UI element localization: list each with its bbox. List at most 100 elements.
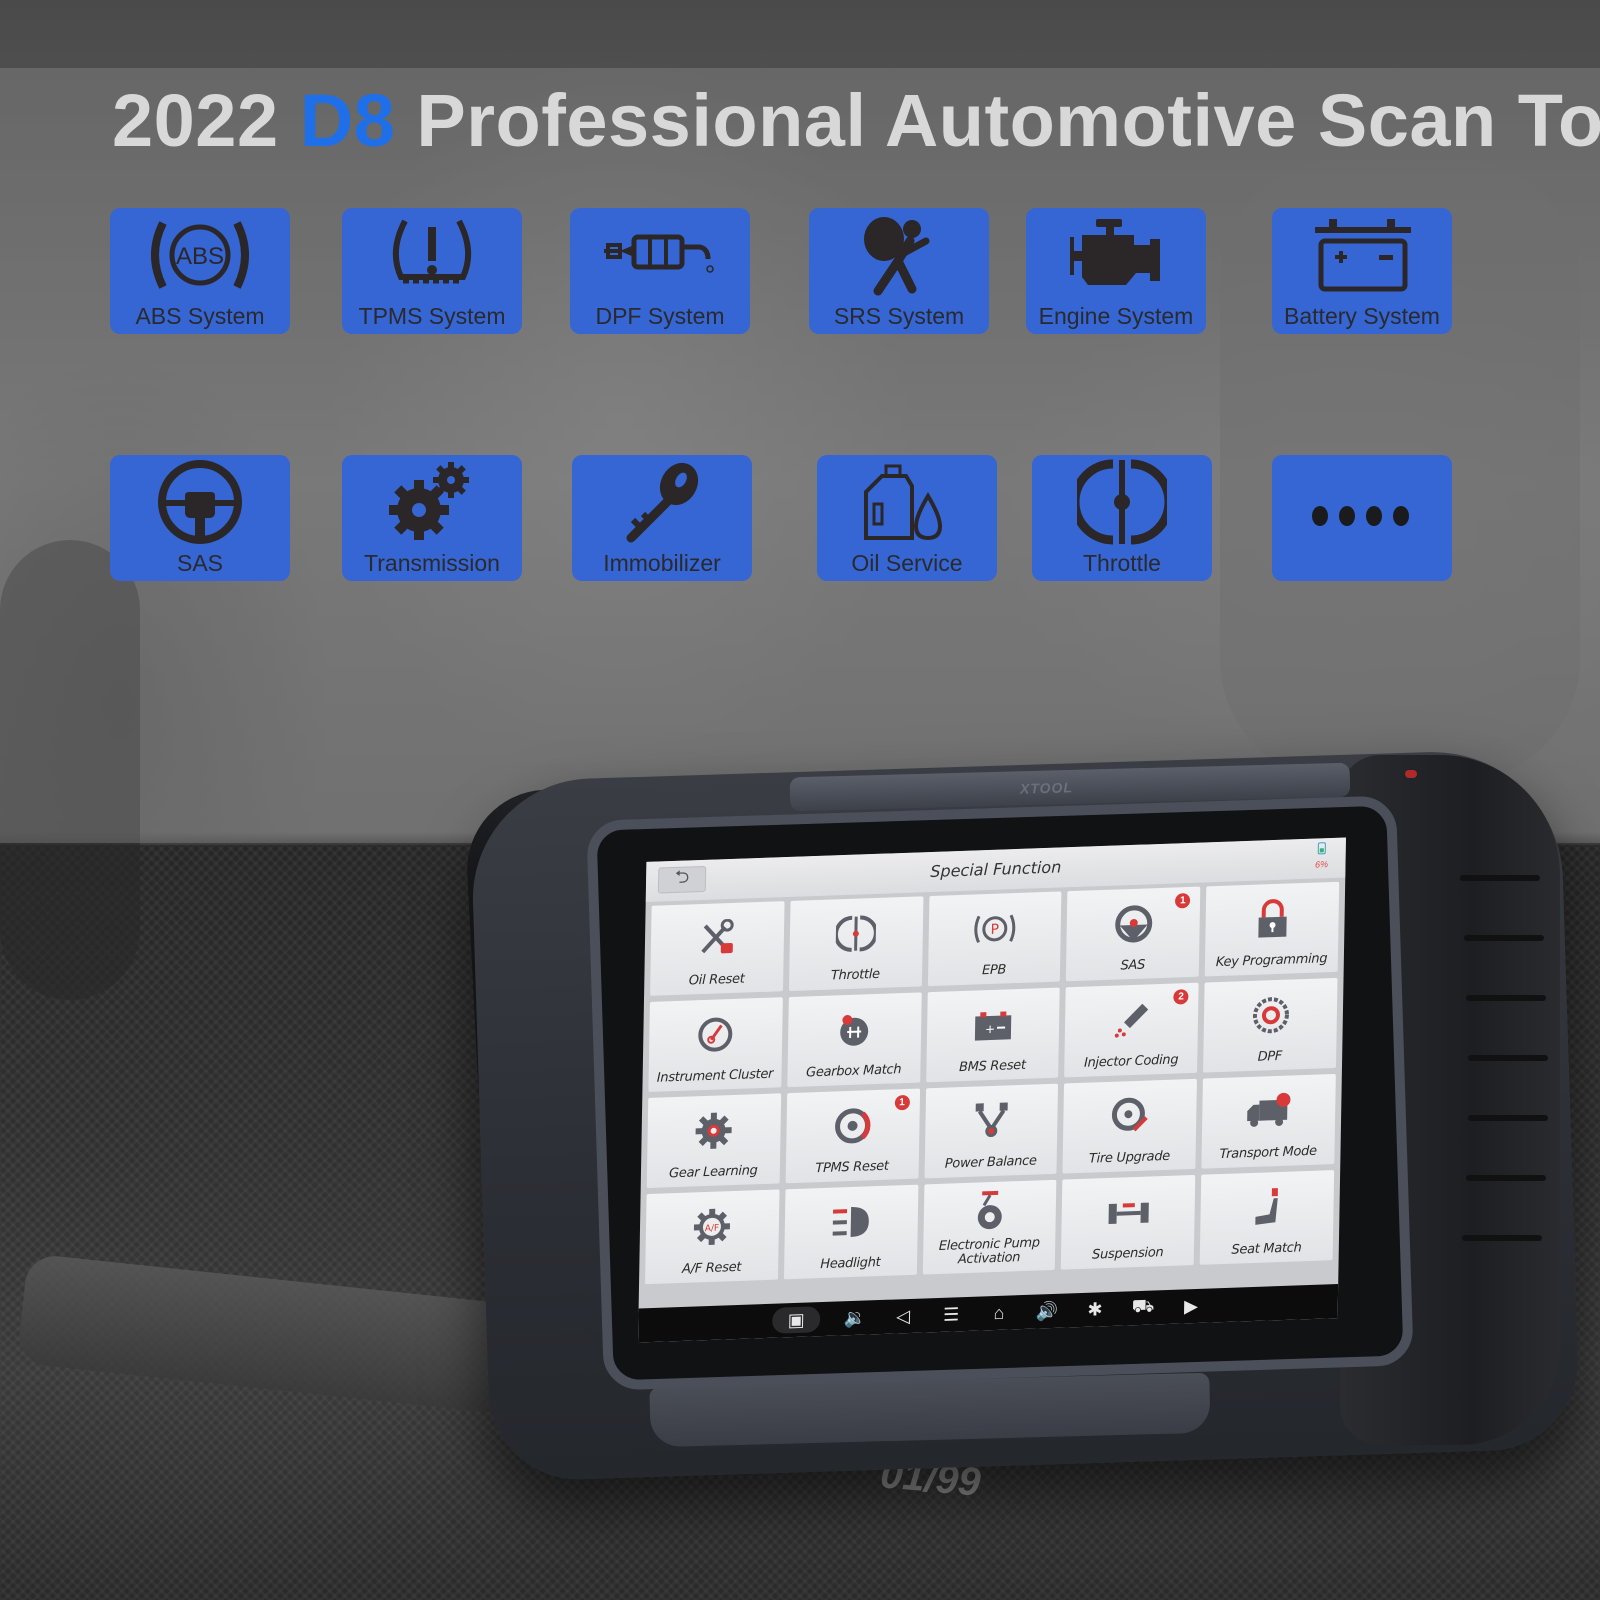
parking-brake-icon: P <box>972 893 1017 965</box>
function-headlight[interactable]: Headlight <box>783 1184 919 1280</box>
oil-can-icon <box>817 455 997 549</box>
pump-icon <box>969 1181 1010 1238</box>
tire-wrench-icon <box>1110 1080 1151 1151</box>
function-instrument-cluster[interactable]: Instrument Cluster <box>648 997 783 1092</box>
headline-model: D8 <box>299 79 396 162</box>
function-gearbox-match[interactable]: Gearbox Match <box>787 992 922 1088</box>
bluetooth-button[interactable]: ✱ <box>1082 1296 1108 1323</box>
grip-line <box>1468 1055 1548 1061</box>
tile-label: TPMS System <box>358 303 506 329</box>
tile-label: Immobilizer <box>603 550 721 576</box>
function-throttle[interactable]: Throttle <box>788 896 924 992</box>
function-tire-upgrade[interactable]: Tire Upgrade <box>1062 1078 1198 1174</box>
tile-label: SAS <box>176 550 224 576</box>
tile-label: Oil Service <box>851 550 963 576</box>
function-label: Oil Reset <box>688 971 745 989</box>
tile-label: Battery System <box>1284 303 1440 329</box>
function-transport-mode[interactable]: Transport Mode <box>1201 1073 1336 1169</box>
function-label: SAS <box>1120 957 1146 974</box>
function-label: BMS Reset <box>958 1057 1026 1076</box>
dpf-filter-icon <box>1250 979 1291 1050</box>
function-gear-learning[interactable]: Gear Learning <box>646 1093 781 1189</box>
grip-line <box>1466 995 1546 1001</box>
headlight-icon <box>830 1186 871 1257</box>
grip-line <box>1462 1235 1542 1241</box>
tire-icon <box>832 1090 873 1161</box>
function-label: Tire Upgrade <box>1088 1148 1171 1167</box>
tile-throttle: Throttle <box>1032 455 1212 581</box>
function-power-balance[interactable]: Power Balance <box>924 1083 1059 1179</box>
throttle-icon <box>835 898 877 969</box>
tile-sas: SAS <box>110 455 290 581</box>
function-bms-reset[interactable]: + BMS Reset <box>925 987 1061 1083</box>
wrench-icon <box>697 903 738 974</box>
tpms-icon <box>342 208 522 302</box>
volume-down-button[interactable]: 🔉 <box>842 1304 868 1331</box>
screen-record-button[interactable]: ▶ <box>1178 1293 1204 1320</box>
suspension-icon <box>1106 1177 1151 1249</box>
function-label: Headlight <box>820 1254 881 1273</box>
function-label: Transport Mode <box>1219 1143 1317 1163</box>
more-dots-icon <box>1272 455 1452 577</box>
battery-status: 6% <box>1309 842 1334 873</box>
function-dpf[interactable]: DPF <box>1203 977 1338 1073</box>
truck-icon <box>1244 1075 1293 1147</box>
menu-icon: ☰ <box>942 1303 960 1325</box>
tile-dpf-system: DPF System <box>570 208 750 334</box>
function-label: Gearbox Match <box>805 1062 902 1081</box>
function-label: Gear Learning <box>668 1163 758 1182</box>
function-seat-match[interactable]: Seat Match <box>1199 1170 1335 1265</box>
function-suspension[interactable]: Suspension <box>1061 1174 1196 1270</box>
function-oil-reset[interactable]: Oil Reset <box>650 901 785 996</box>
engine-icon <box>1026 208 1206 302</box>
function-label: DPF <box>1257 1048 1283 1065</box>
function-key-programming[interactable]: Key Programming <box>1204 881 1340 977</box>
grip-line <box>1468 1115 1548 1121</box>
function-tpms-reset[interactable]: TPMS Reset 1 <box>785 1088 920 1184</box>
volume-up-button[interactable]: 🔊 <box>1034 1298 1060 1325</box>
screenshot-button[interactable]: ▣ <box>772 1306 821 1334</box>
tile-transmission: Transmission <box>342 455 522 581</box>
function-label: Power Balance <box>944 1153 1037 1172</box>
function-injector-coding[interactable]: Injector Coding 2 <box>1064 982 1199 1078</box>
menu-button[interactable]: ☰ <box>938 1301 964 1328</box>
battery-percent: 6% <box>1314 859 1329 870</box>
svg-text:+: + <box>985 1022 995 1036</box>
headline-text: Professional Automotive Scan Tool <box>416 79 1600 162</box>
function-epb[interactable]: P EPB <box>927 891 1062 987</box>
svg-text:A/F: A/F <box>705 1224 720 1235</box>
function-a-f-reset[interactable]: A/F A/F Reset <box>645 1189 780 1285</box>
function-electronic-pump-activation[interactable]: Electronic Pump Activation <box>922 1179 1057 1275</box>
power-balance-icon <box>971 1085 1012 1156</box>
vci-car-icon: ⛟ <box>1131 1295 1155 1317</box>
function-label: Key Programming <box>1215 951 1328 971</box>
tile-more <box>1272 455 1452 581</box>
svg-text:ABS: ABS <box>176 243 224 270</box>
gear-shift-icon <box>834 994 875 1065</box>
function-sas[interactable]: SAS 1 <box>1066 886 1201 982</box>
battery-icon <box>1317 842 1326 855</box>
tile-immobilizer: Immobilizer <box>572 455 752 581</box>
tile-label: Transmission <box>364 550 500 576</box>
home-button[interactable]: ⌂ <box>986 1299 1012 1326</box>
gear-icon <box>693 1095 734 1166</box>
function-label: TPMS Reset <box>815 1158 889 1177</box>
vci-car-button[interactable]: ⛟ <box>1130 1294 1156 1321</box>
power-indicator <box>1405 770 1417 778</box>
svg-text:P: P <box>990 922 999 938</box>
battery-icon <box>1272 208 1452 302</box>
volume-down-icon: 🔉 <box>843 1307 867 1328</box>
headline: 2022 D8 Professional Automotive Scan Too… <box>112 78 1600 163</box>
battery-icon: + <box>971 989 1016 1061</box>
gears-icon <box>342 455 522 549</box>
back-icon: ◁ <box>896 1305 911 1326</box>
back-button[interactable]: ◁ <box>890 1303 916 1330</box>
function-label: Instrument Cluster <box>656 1066 774 1086</box>
tile-label: Throttle <box>1083 550 1161 576</box>
key-icon <box>572 455 752 549</box>
af-gear-icon: A/F <box>692 1191 733 1262</box>
brand-logo: XTOOL <box>1019 779 1074 797</box>
screenshot-icon: ▣ <box>787 1309 805 1330</box>
dpf-icon <box>570 208 750 302</box>
volume-up-icon: 🔊 <box>1035 1300 1059 1322</box>
